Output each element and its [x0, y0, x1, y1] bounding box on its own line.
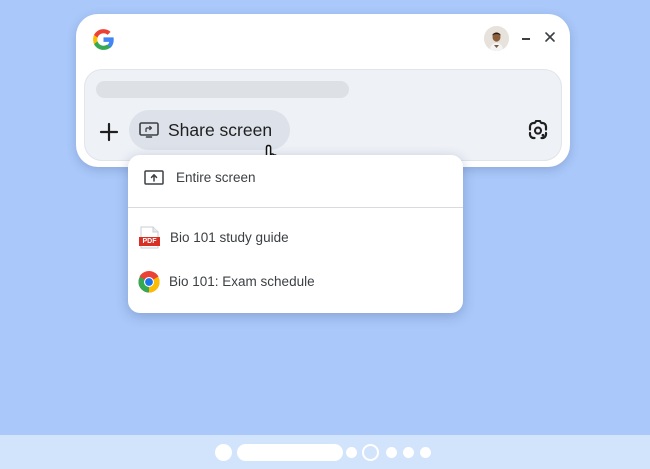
screen-upload-icon — [144, 170, 164, 185]
pdf-file-icon: PDF — [139, 226, 160, 249]
shelf-app-icon[interactable] — [420, 447, 431, 458]
shelf-app-icon[interactable] — [386, 447, 397, 458]
launcher-button[interactable] — [215, 444, 232, 461]
google-logo-icon — [93, 29, 114, 50]
active-app-ring[interactable] — [362, 444, 379, 461]
menu-item-label: Bio 101: Exam schedule — [169, 274, 315, 289]
launcher-search-pill[interactable] — [237, 444, 343, 461]
taskbar — [0, 435, 650, 469]
shelf-app-icon[interactable] — [346, 447, 357, 458]
menu-item-bio-study-guide[interactable]: PDF Bio 101 study guide — [128, 218, 463, 258]
plus-icon — [99, 122, 119, 142]
chrome-icon — [138, 271, 160, 293]
menu-item-label: Bio 101 study guide — [170, 230, 289, 245]
close-button[interactable] — [542, 28, 558, 46]
google-lens-button[interactable] — [526, 118, 550, 142]
input-placeholder-skeleton — [96, 81, 349, 98]
share-screen-icon — [139, 122, 159, 138]
close-icon — [545, 32, 555, 42]
share-screen-menu: Entire screen PDF Bio 101 study guide Bi… — [128, 155, 463, 313]
avatar-image — [484, 26, 509, 51]
user-avatar[interactable] — [484, 26, 509, 51]
menu-item-entire-screen[interactable]: Entire screen — [128, 158, 463, 198]
prompt-input-box[interactable]: Share screen — [84, 69, 562, 161]
menu-divider — [128, 207, 463, 208]
google-lens-icon — [528, 120, 548, 140]
menu-item-exam-schedule[interactable]: Bio 101: Exam schedule — [128, 262, 463, 302]
menu-item-label: Entire screen — [176, 170, 256, 185]
share-screen-label: Share screen — [168, 120, 273, 140]
assistant-window: Share screen — [76, 14, 570, 167]
add-button[interactable] — [97, 120, 121, 144]
shelf-app-icon[interactable] — [403, 447, 414, 458]
minimize-button[interactable] — [520, 29, 534, 47]
pdf-badge-text: PDF — [142, 238, 157, 245]
